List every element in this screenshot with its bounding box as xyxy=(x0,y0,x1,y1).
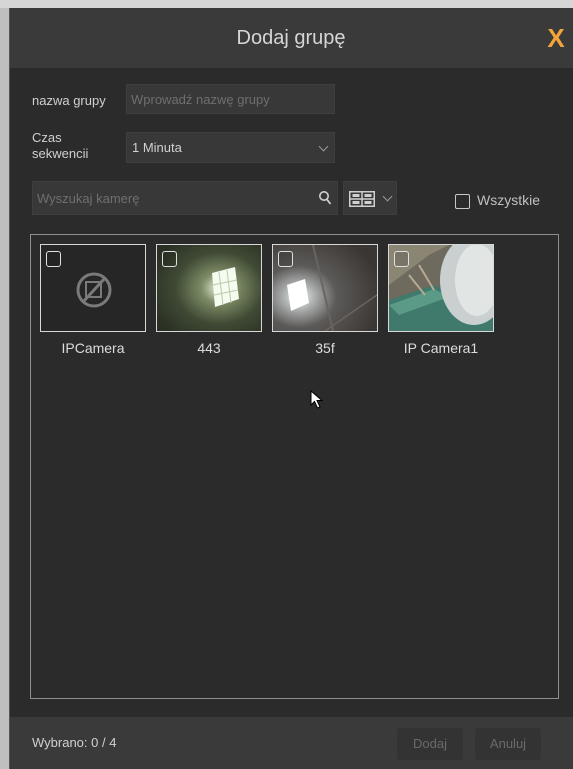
camera-thumbnail[interactable] xyxy=(272,244,378,332)
camera-thumbnail[interactable] xyxy=(40,244,146,332)
dialog-edge xyxy=(9,8,10,769)
sequence-time-label-line1: Czas xyxy=(32,130,62,145)
cancel-button[interactable]: Anuluj xyxy=(475,728,541,760)
chevron-down-icon xyxy=(318,141,329,152)
search-icon[interactable] xyxy=(318,190,332,206)
add-button[interactable]: Dodaj xyxy=(397,728,463,760)
grid-view-icon xyxy=(349,191,375,207)
screen-top-strip xyxy=(0,0,573,8)
add-group-dialog: Dodaj grupę X nazwa grupy Czas sekwencii… xyxy=(9,8,573,769)
camera-thumbnail[interactable] xyxy=(156,244,262,332)
sequence-time-label: Czas sekwencii xyxy=(32,130,88,162)
selected-count: Wybrano: 0 / 4 xyxy=(32,735,117,750)
camera-search-box xyxy=(32,181,338,215)
sequence-time-label-line2: sekwencii xyxy=(32,146,89,161)
camera-checkbox[interactable] xyxy=(278,251,293,267)
group-name-input[interactable] xyxy=(126,84,335,114)
camera-search-input[interactable] xyxy=(33,182,303,214)
camera-list-panel: IPCamera 443 35f IP Camera1 xyxy=(30,234,559,699)
dialog-title: Dodaj grupę xyxy=(236,27,346,49)
view-mode-select[interactable] xyxy=(343,181,397,215)
sequence-time-select[interactable]: 1 Minuta xyxy=(126,132,335,163)
sequence-time-value: 1 Minuta xyxy=(132,140,182,155)
camera-checkbox[interactable] xyxy=(394,251,409,267)
select-all-label[interactable]: Wszystkie xyxy=(477,192,540,208)
camera-checkbox[interactable] xyxy=(162,251,177,267)
camera-thumbnail[interactable] xyxy=(388,244,494,332)
mouse-pointer-icon xyxy=(310,390,324,409)
dialog-footer: Wybrano: 0 / 4 Dodaj Anuluj xyxy=(9,717,573,769)
camera-checkbox[interactable] xyxy=(46,251,61,267)
group-name-label: nazwa grupy xyxy=(32,93,106,108)
camera-name: IP Camera1 xyxy=(403,340,479,356)
chevron-down-icon xyxy=(382,191,393,202)
select-all-checkbox[interactable] xyxy=(455,194,470,209)
close-button[interactable]: X xyxy=(545,24,567,52)
dialog-titlebar: Dodaj grupę X xyxy=(9,8,573,68)
